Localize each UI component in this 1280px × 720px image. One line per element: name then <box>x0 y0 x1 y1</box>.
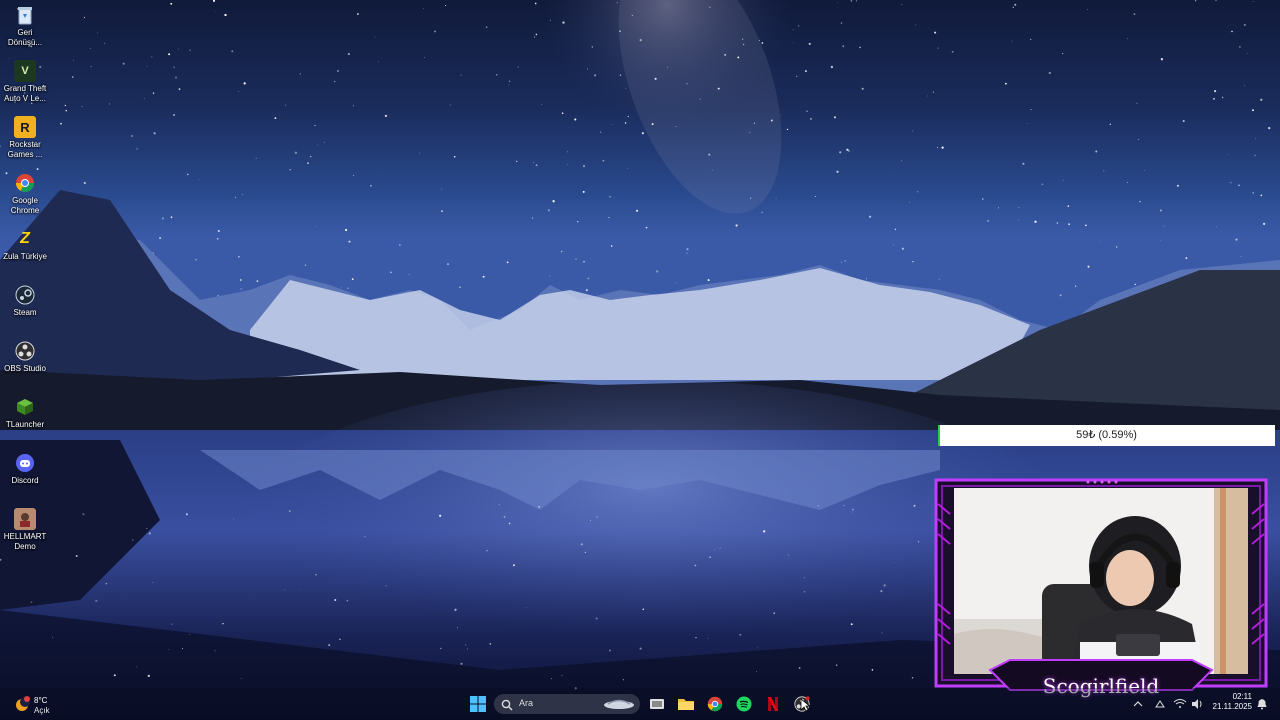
start-button[interactable] <box>465 692 491 716</box>
task-view-icon <box>650 699 664 709</box>
weather-moon-icon <box>14 696 30 712</box>
chrome-taskbar-button[interactable] <box>702 692 728 716</box>
netflix-icon <box>768 697 778 711</box>
webcam-feed <box>954 488 1248 674</box>
chevron-up-icon[interactable] <box>1133 701 1143 707</box>
webcam-overlay: Scogirlfield <box>930 474 1272 698</box>
search-highlight-icon <box>602 697 636 716</box>
network-icon[interactable] <box>1155 700 1165 708</box>
rockstar-icon: R <box>14 116 36 138</box>
donation-goal-text: 59₺ (0.59%) <box>1076 429 1137 441</box>
mouse-cursor-icon <box>800 698 811 717</box>
weather-widget[interactable]: 8°C Açık <box>12 692 72 718</box>
desktop-icon-label: OBS Studio <box>4 364 46 373</box>
weather-temperature: 8°C <box>34 696 48 705</box>
spotify-icon <box>736 696 752 712</box>
desktop-icon-obs[interactable]: OBS Studio <box>0 340 50 374</box>
donation-goal-bar: 59₺ (0.59%) <box>938 425 1275 446</box>
desktop-icon-chrome[interactable]: Google Chrome <box>0 172 50 215</box>
desktop-icon-label: Zula Türkiye <box>3 252 47 261</box>
taskbar <box>0 688 1280 720</box>
file-explorer-icon <box>678 699 694 710</box>
windows-start-icon <box>470 696 486 712</box>
steam-icon <box>14 284 36 306</box>
desktop-icon-label: Steam <box>13 308 37 317</box>
webcam-frame-art <box>934 478 1268 691</box>
tlauncher-icon <box>14 396 36 418</box>
desktop-icon-hellmart[interactable]: HELLMART Demo <box>0 508 50 551</box>
desktop-icon-label: Grand Theft Auto V Le... <box>3 84 47 103</box>
recycle-bin-icon <box>14 4 36 26</box>
desktop-icon-label: Google Chrome <box>10 196 40 215</box>
desktop-icon-recycle-bin[interactable]: Geri Dönüşü... <box>0 4 50 47</box>
system-tray <box>1128 692 1208 716</box>
chrome-icon <box>14 172 36 194</box>
desktop-icon-label: HELLMART Demo <box>3 532 47 551</box>
desktop-icon-label: Discord <box>11 476 39 485</box>
clock-date: 21.11.2025 <box>1212 702 1252 711</box>
desktop-icon-zula[interactable]: Z Zula Türkiye <box>0 228 50 262</box>
weather-condition: Açık <box>34 706 50 715</box>
desktop-icon-discord[interactable]: Discord <box>0 452 50 486</box>
search-icon <box>501 698 513 716</box>
taskbar-clock[interactable]: 02:11 21.11.2025 <box>1206 692 1252 712</box>
desktop-icon-tlauncher[interactable]: TLauncher <box>0 396 50 430</box>
clock-time: 02:11 <box>1232 692 1252 701</box>
gta-v-icon: V <box>14 60 36 82</box>
desktop-icon-label: Rockstar Games ... <box>7 140 43 159</box>
spotify-taskbar-button[interactable] <box>731 692 757 716</box>
taskbar-search-box[interactable]: Ara <box>494 694 640 714</box>
discord-icon <box>14 452 36 474</box>
notification-bell-icon[interactable] <box>1256 697 1268 710</box>
search-placeholder: Ara <box>519 698 534 708</box>
desktop-icon-rockstar[interactable]: R Rockstar Games ... <box>0 116 50 159</box>
obs-icon <box>14 340 36 362</box>
task-view-button[interactable] <box>644 692 670 716</box>
file-explorer-button[interactable] <box>673 692 699 716</box>
zula-icon: Z <box>20 230 30 247</box>
netflix-taskbar-button[interactable] <box>760 692 786 716</box>
hellmart-icon <box>14 508 36 530</box>
chrome-icon <box>707 696 723 712</box>
volume-icon[interactable] <box>1192 699 1202 709</box>
wifi-icon[interactable] <box>1173 699 1187 709</box>
desktop-icon-steam[interactable]: Steam <box>0 284 50 318</box>
desktop-icon-gta-v[interactable]: V Grand Theft Auto V Le... <box>0 60 50 103</box>
desktop-icon-label: Geri Dönüşü... <box>7 28 43 47</box>
desktop-icon-label: TLauncher <box>5 420 45 429</box>
